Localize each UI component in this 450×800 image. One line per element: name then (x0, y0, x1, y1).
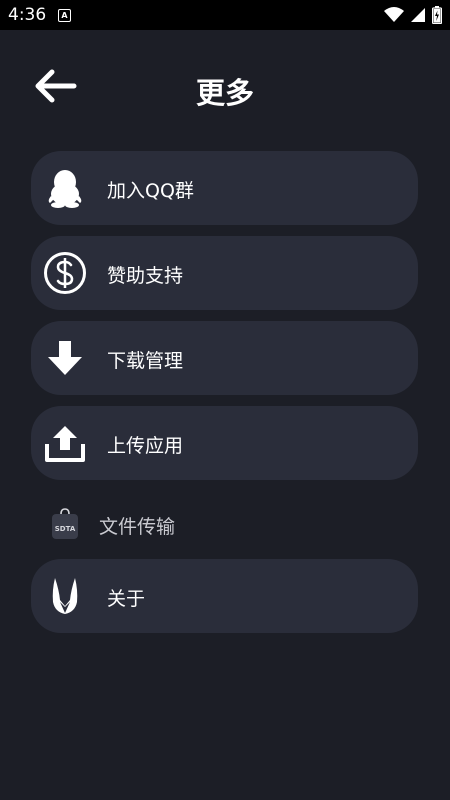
upload-tray-icon (43, 421, 87, 465)
status-time: 4:36 (8, 5, 47, 25)
dollar-circle-icon (43, 251, 87, 295)
sdta-icon-text: SDTA (55, 525, 76, 533)
download-manager-button[interactable]: 下载管理 (31, 321, 418, 395)
upload-app-label: 上传应用 (107, 435, 184, 457)
app-logo-icon (43, 574, 87, 618)
sponsor-support-button[interactable]: 赞助支持 (31, 236, 418, 310)
status-bar: 4:36 A (0, 0, 450, 30)
download-manager-label: 下载管理 (107, 350, 184, 372)
download-arrow-icon (43, 336, 87, 380)
file-transfer-button[interactable]: SDTA 文件传输 (31, 500, 418, 548)
sdta-bag-icon: SDTA (51, 508, 79, 540)
page-title: 更多 (195, 76, 254, 110)
about-button[interactable]: 关于 (31, 559, 418, 633)
status-icons (384, 6, 442, 24)
sponsor-support-label: 赞助支持 (107, 265, 184, 287)
qq-penguin-icon (43, 166, 87, 210)
header: 更多 (0, 56, 450, 116)
file-transfer-label: 文件传输 (99, 516, 176, 538)
join-qq-group-button[interactable]: 加入QQ群 (31, 151, 418, 225)
notification-icon: A (58, 9, 71, 22)
cellular-signal-icon (411, 8, 425, 22)
upload-app-button[interactable]: 上传应用 (31, 406, 418, 480)
battery-charging-icon (432, 6, 442, 24)
join-qq-group-label: 加入QQ群 (107, 180, 194, 202)
about-label: 关于 (107, 588, 146, 610)
wifi-icon (384, 7, 404, 22)
